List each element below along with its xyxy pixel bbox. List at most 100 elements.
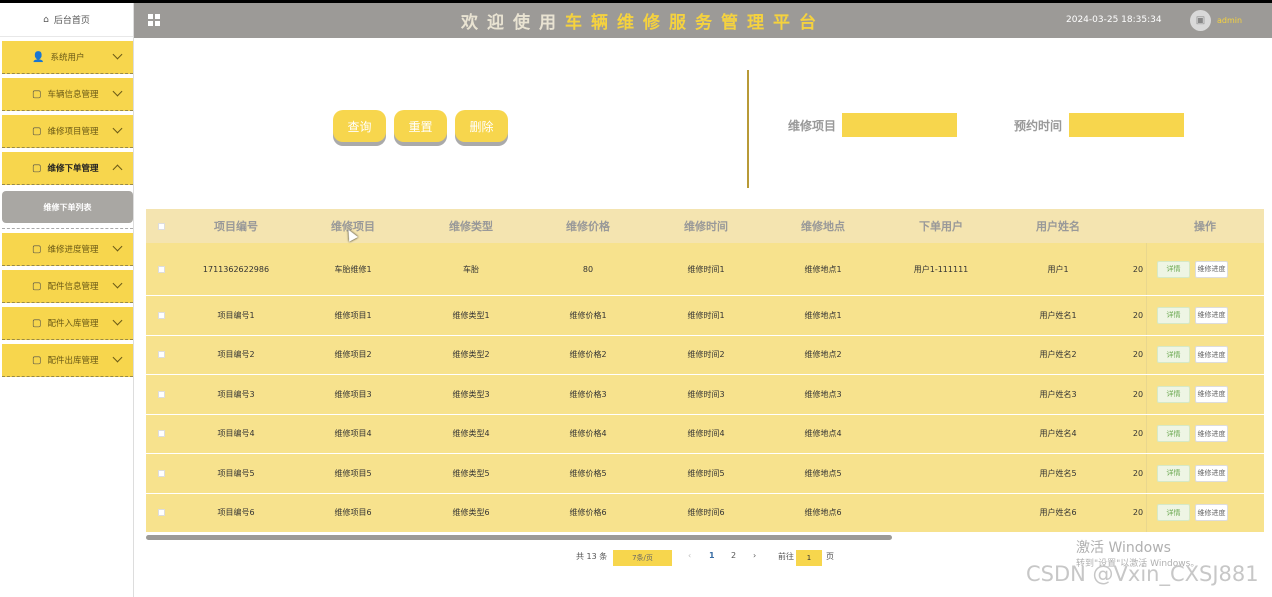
table-cell: 维修地点1 <box>804 264 842 274</box>
repair-progress-button[interactable]: 维修进度 <box>1195 504 1228 522</box>
prev-page-button[interactable]: ‹ <box>688 551 691 560</box>
sidebar-item-vehicle-info[interactable]: ▢ 车辆信息管理 <box>2 78 133 111</box>
column-header: 下单用户 <box>919 220 963 233</box>
repair-progress-button[interactable]: 维修进度 <box>1195 260 1228 278</box>
query-button[interactable]: 查询 <box>333 110 386 142</box>
table-cell: 维修类型3 <box>452 389 490 399</box>
row-checkbox[interactable] <box>158 430 165 438</box>
goto-page-input[interactable]: 1 <box>796 550 822 566</box>
column-header: 操作 <box>1194 220 1216 233</box>
table-cell: 维修项目5 <box>334 468 372 478</box>
table-cell: 维修项目4 <box>334 429 372 439</box>
page-size-select[interactable]: 7条/页 <box>613 550 672 566</box>
row-checkbox[interactable] <box>158 509 165 517</box>
table-cell: 维修项目6 <box>334 508 372 518</box>
column-header: 维修时间 <box>684 220 728 233</box>
select-all-checkbox[interactable] <box>158 222 165 230</box>
column-header: 用户姓名 <box>1036 220 1080 233</box>
datetime-display: 2024-03-25 18:35:34 <box>1066 15 1162 25</box>
repair-progress-button[interactable]: 维修进度 <box>1195 464 1228 482</box>
table-cell: 用户1 <box>1047 264 1069 274</box>
table-row: 项目编号2 维修项目2 维修类型2 维修价格2 维修时间2 维修地点2 用户姓名2 20 详情维… <box>146 335 1264 375</box>
document-icon: ▢ <box>32 354 42 366</box>
document-icon: ▢ <box>32 88 42 100</box>
sidebar: ⌂ 后台首页 👤 系统用户 ▢ 车辆信息管理 ▢ 维修项目管理 ▢ 维修下单管理… <box>0 3 134 597</box>
avatar[interactable]: ▣ <box>1190 10 1211 31</box>
table-cell: 用户1-111111 <box>913 264 969 274</box>
divider <box>2 223 133 229</box>
sidebar-home-label: 后台首页 <box>53 16 90 26</box>
row-checkbox[interactable] <box>158 265 165 273</box>
table-cell-overflow: 20 <box>1132 264 1144 274</box>
sidebar-item-parts-inbound[interactable]: ▢ 配件入库管理 <box>2 307 133 340</box>
row-checkbox[interactable] <box>158 351 165 359</box>
appointment-time-label: 预约时间 <box>1014 119 1063 133</box>
sidebar-home[interactable]: ⌂ 后台首页 <box>0 3 133 37</box>
detail-button[interactable]: 详情 <box>1157 260 1190 278</box>
sidebar-item-parts-outbound[interactable]: ▢ 配件出库管理 <box>2 344 133 377</box>
table-cell: 维修项目3 <box>334 389 372 399</box>
sidebar-item-parts-info[interactable]: ▢ 配件信息管理 <box>2 270 133 303</box>
column-header: 维修价格 <box>566 220 610 233</box>
detail-button[interactable]: 详情 <box>1157 306 1190 324</box>
horizontal-scrollbar[interactable] <box>146 535 892 540</box>
table-cell: 维修项目1 <box>334 310 372 320</box>
table-row: 1711362622986 车胎维修1 车胎 80 维修时间1 维修地点1 用户1-1111… <box>146 243 1264 296</box>
table-cell: 项目编号6 <box>217 508 255 518</box>
page-2-button[interactable]: 2 <box>731 551 736 560</box>
document-icon: ▢ <box>32 243 42 255</box>
sidebar-item-repair-project[interactable]: ▢ 维修项目管理 <box>2 115 133 148</box>
table-cell: 用户姓名6 <box>1039 508 1077 518</box>
csdn-watermark: CSDN @Vxin_CXSJ881 <box>1026 562 1259 586</box>
home-icon: ⌂ <box>43 14 49 25</box>
table-cell: 维修价格5 <box>569 468 607 478</box>
delete-button[interactable]: 删除 <box>455 110 508 142</box>
table-cell: 维修类型5 <box>452 468 490 478</box>
table-row: 项目编号1 维修项目1 维修类型1 维修价格1 维修时间1 维修地点1 用户姓名1 20 详情维… <box>146 296 1264 336</box>
repair-progress-button[interactable]: 维修进度 <box>1195 425 1228 443</box>
username[interactable]: admin <box>1217 16 1242 25</box>
detail-button[interactable]: 详情 <box>1157 346 1190 364</box>
table-cell-overflow: 20 <box>1132 350 1144 360</box>
appointment-time-input[interactable] <box>1069 113 1184 137</box>
repair-progress-button[interactable]: 维修进度 <box>1195 306 1228 324</box>
page-1-button[interactable]: 1 <box>709 551 715 560</box>
sidebar-item-repair-order[interactable]: ▢ 维修下单管理 <box>2 152 133 185</box>
table-cell: 用户姓名2 <box>1039 350 1077 360</box>
table-row: 项目编号6 维修项目6 维修类型6 维修价格6 维修时间6 维修地点6 用户姓名6 20 详情维… <box>146 493 1264 533</box>
table-cell: 维修时间1 <box>687 310 725 320</box>
sidebar-item-system-users[interactable]: 👤 系统用户 <box>2 41 133 74</box>
table-cell: 用户姓名1 <box>1039 310 1077 320</box>
detail-button[interactable]: 详情 <box>1157 504 1190 522</box>
row-checkbox[interactable] <box>158 390 165 398</box>
orders-table: 项目编号 维修项目 维修类型 维修价格 维修时间 维修地点 下单用户 用户姓名 … <box>146 209 1264 540</box>
table-cell: 车胎维修1 <box>334 264 372 274</box>
detail-button[interactable]: 详情 <box>1157 464 1190 482</box>
detail-button[interactable]: 详情 <box>1157 425 1190 443</box>
sidebar-subitem-repair-order-list[interactable]: 维修下单列表 <box>2 191 133 223</box>
repair-progress-button[interactable]: 维修进度 <box>1195 385 1228 403</box>
table-cell: 项目编号1 <box>217 310 255 320</box>
repair-progress-button[interactable]: 维修进度 <box>1195 346 1228 364</box>
table-cell: 用户姓名3 <box>1039 389 1077 399</box>
row-checkbox[interactable] <box>158 469 165 477</box>
table-cell: 1711362622986 <box>202 264 270 274</box>
table-row: 项目编号5 维修项目5 维修类型5 维修价格5 维修时间5 维修地点5 用户姓名5 20 详情维… <box>146 454 1264 494</box>
table-cell: 维修时间2 <box>687 350 725 360</box>
table-cell: 维修类型1 <box>452 310 490 320</box>
column-header: 项目编号 <box>214 220 258 233</box>
table-cell: 项目编号2 <box>217 350 255 360</box>
table-row: 项目编号3 维修项目3 维修类型3 维修价格3 维修时间3 维修地点3 用户姓名3 20 详情维… <box>146 375 1264 415</box>
table-cell: 维修价格1 <box>569 310 607 320</box>
document-icon: ▢ <box>32 317 42 329</box>
table-cell: 用户姓名5 <box>1039 468 1077 478</box>
table-cell: 车胎 <box>463 264 479 274</box>
sidebar-item-repair-progress[interactable]: ▢ 维修进度管理 <box>2 233 133 266</box>
row-checkbox[interactable] <box>158 311 165 319</box>
detail-button[interactable]: 详情 <box>1157 385 1190 403</box>
table-cell: 维修类型6 <box>452 508 490 518</box>
next-page-button[interactable]: › <box>753 551 756 560</box>
table-cell-overflow: 20 <box>1132 389 1144 399</box>
reset-button[interactable]: 重置 <box>394 110 447 142</box>
repair-item-input[interactable] <box>842 113 957 137</box>
